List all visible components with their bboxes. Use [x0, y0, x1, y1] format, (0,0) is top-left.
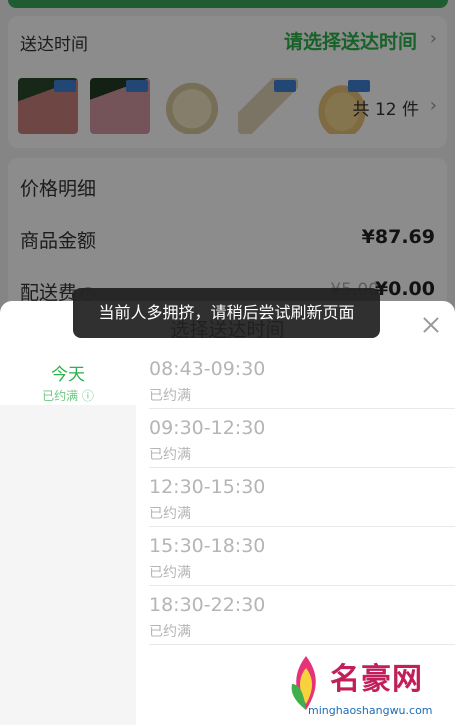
- close-icon[interactable]: [419, 313, 443, 337]
- time-slot[interactable]: 09:30-12:30 已约满: [149, 409, 455, 468]
- slot-status: 已约满: [149, 624, 191, 640]
- watermark-title: 名豪网: [330, 662, 423, 697]
- time-slot[interactable]: 18:30-22:30 已约满: [149, 586, 455, 645]
- day-status-text: 已约满: [42, 389, 79, 403]
- watermark: 名豪网 minghaoshangwu.com: [280, 648, 450, 720]
- day-tab-today[interactable]: 今天 已约满 ⓘ: [0, 350, 136, 405]
- slot-time: 08:43-09:30: [149, 358, 266, 380]
- slot-time: 12:30-15:30: [149, 476, 266, 498]
- slot-time: 09:30-12:30: [149, 417, 266, 439]
- slot-status: 已约满: [149, 506, 191, 522]
- slot-time: 18:30-22:30: [149, 594, 266, 616]
- day-list: 今天 已约满 ⓘ: [0, 350, 136, 725]
- help-icon: ⓘ: [78, 389, 94, 403]
- day-name: 今天: [51, 365, 85, 385]
- slot-time: 15:30-18:30: [149, 535, 266, 557]
- time-slot[interactable]: 12:30-15:30 已约满: [149, 468, 455, 527]
- time-slot[interactable]: 08:43-09:30 已约满: [149, 350, 455, 409]
- slot-status: 已约满: [149, 565, 191, 581]
- slot-status: 已约满: [149, 388, 191, 404]
- day-status: 已约满 ⓘ: [0, 387, 136, 404]
- slot-status: 已约满: [149, 447, 191, 463]
- watermark-domain: minghaoshangwu.com: [308, 704, 433, 717]
- time-slot[interactable]: 15:30-18:30 已约满: [149, 527, 455, 586]
- toast-message: 当前人多拥挤，请稍后尝试刷新页面: [73, 288, 380, 338]
